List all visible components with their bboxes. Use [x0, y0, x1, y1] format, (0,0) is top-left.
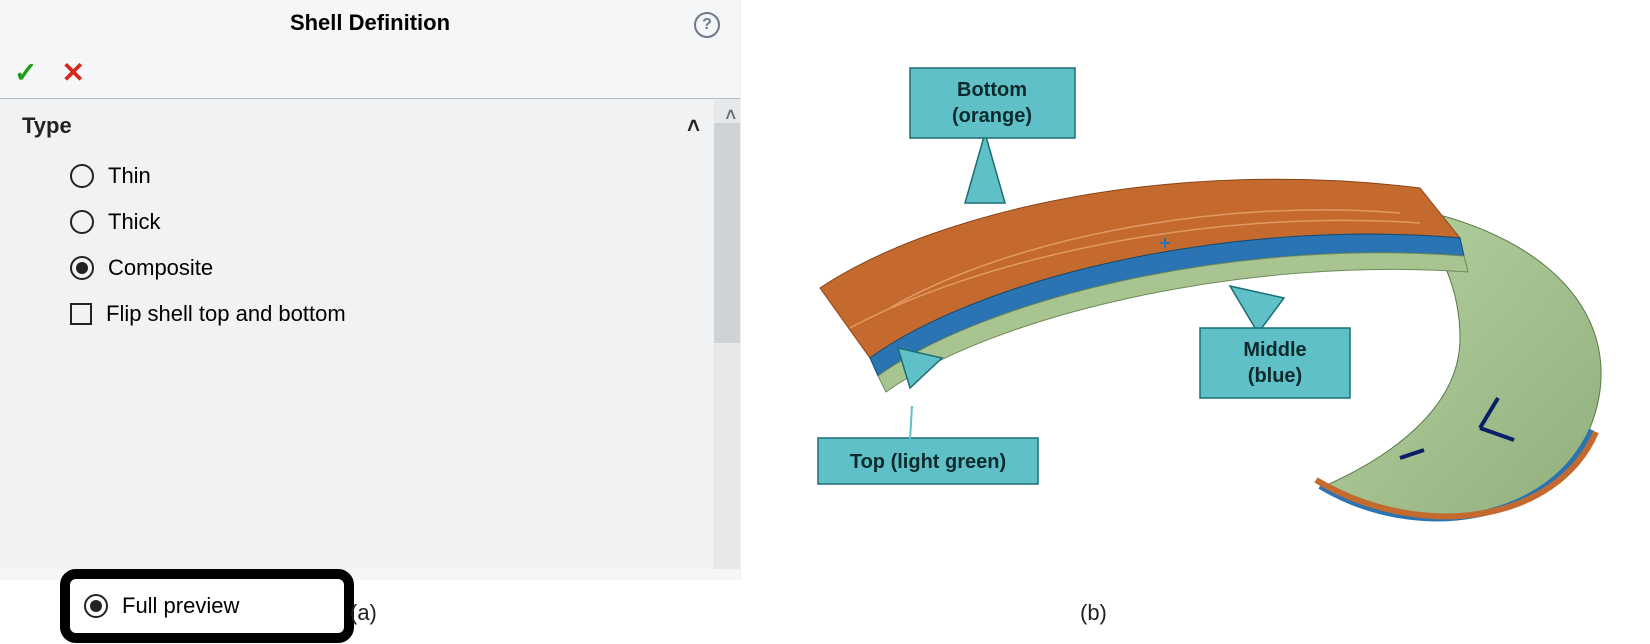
caption-a: (a)	[350, 600, 377, 626]
scrollbar[interactable]: ˄	[714, 99, 740, 569]
ok-icon[interactable]: ✓	[14, 56, 37, 89]
scrollbar-thumb[interactable]	[714, 123, 740, 343]
callout-text: Bottom	[957, 79, 1027, 101]
callout-text: (blue)	[1248, 365, 1302, 387]
radio-label: Composite	[108, 255, 213, 281]
callout-pointer	[965, 133, 1005, 203]
chevron-up-icon[interactable]: ˄	[687, 113, 700, 139]
panel-action-bar: ✓ ✕	[0, 46, 740, 98]
callout-text: Middle	[1243, 339, 1306, 361]
radio-label: Thick	[108, 209, 161, 235]
radio-full-preview[interactable]: Full preview	[60, 569, 354, 643]
type-options: Thin Thick Composite Flip shell top and …	[0, 149, 740, 337]
cancel-icon[interactable]: ✕	[61, 56, 84, 89]
checkbox-flip[interactable]: Flip shell top and bottom	[70, 291, 740, 337]
radio-label: Full preview	[122, 593, 239, 619]
radio-composite[interactable]: Composite	[70, 245, 740, 291]
checkbox-label: Flip shell top and bottom	[106, 301, 346, 327]
radio-thick[interactable]: Thick	[70, 199, 740, 245]
callout-connector	[910, 406, 912, 440]
section-header-type[interactable]: Type ˄	[0, 99, 740, 149]
help-icon[interactable]: ?	[694, 12, 720, 38]
caption-b: (b)	[1080, 600, 1107, 626]
section-label: Type	[22, 113, 72, 139]
callout-text: (orange)	[952, 105, 1032, 127]
shell-preview-illustration: Bottom (orange) Middle (blue) Top (light…	[760, 8, 1640, 578]
panel-body: ˄ Type ˄ Thin Thick Composite	[0, 99, 740, 569]
panel-title: Shell Definition	[290, 10, 450, 36]
radio-icon	[70, 210, 94, 234]
checkbox-icon	[70, 303, 92, 325]
shell-definition-panel: Shell Definition ? ✓ ✕ ˄ Type ˄ Thin	[0, 0, 741, 580]
radio-icon	[70, 164, 94, 188]
radio-label: Thin	[108, 163, 151, 189]
radio-thin[interactable]: Thin	[70, 153, 740, 199]
radio-icon	[84, 594, 108, 618]
radio-icon	[70, 256, 94, 280]
graphics-viewer[interactable]: Bottom (orange) Middle (blue) Top (light…	[760, 8, 1640, 578]
callout-text: Top (light green)	[850, 451, 1006, 473]
callout-pointer	[1230, 286, 1284, 333]
panel-titlebar: Shell Definition ?	[0, 0, 740, 46]
